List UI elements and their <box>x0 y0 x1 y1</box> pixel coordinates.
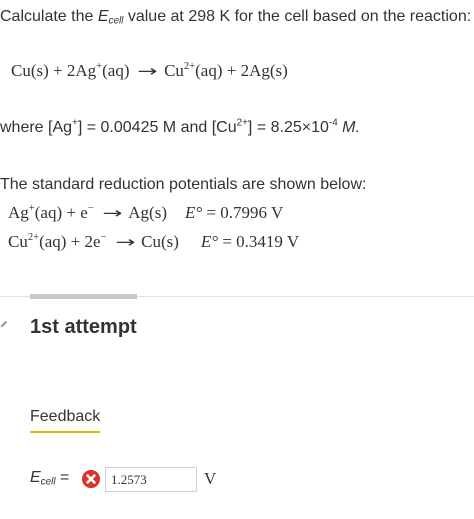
half-reaction-silver: Ag+(aq) + e− → Ag(s) E° = 0.7996 V <box>8 203 284 222</box>
half-reaction-copper: Cu2+(aq) + 2e− → Cu(s) E° = 0.3419 V <box>8 232 300 251</box>
answer-label: Ecell = <box>30 469 70 488</box>
half-reaction-arrow-icon: → <box>114 233 135 251</box>
incorrect-x-icon <box>82 470 100 488</box>
potentials-intro: The standard reduction potentials are sh… <box>0 176 367 193</box>
reaction-equation: Cu(s) + 2Ag+(aq) → Cu2+(aq) + 2Ag(s) <box>11 61 288 80</box>
attempt-progress-bar <box>30 294 137 299</box>
half-reaction-arrow-icon: → <box>101 204 123 222</box>
reaction-arrow-icon: → <box>137 62 158 80</box>
answer-unit: V <box>204 469 217 488</box>
concentrations-text: where [Ag+] = 0.00425 M and [Cu2+] = 8.2… <box>0 117 360 136</box>
pencil-icon <box>0 320 8 328</box>
answer-input[interactable] <box>105 467 197 492</box>
feedback-link[interactable]: Feedback <box>30 408 101 433</box>
question-text: Calculate the Ecell value at 298 K for t… <box>0 8 472 27</box>
attempt-heading: 1st attempt <box>30 316 137 338</box>
ecell-symbol: Ecell <box>97 8 124 27</box>
